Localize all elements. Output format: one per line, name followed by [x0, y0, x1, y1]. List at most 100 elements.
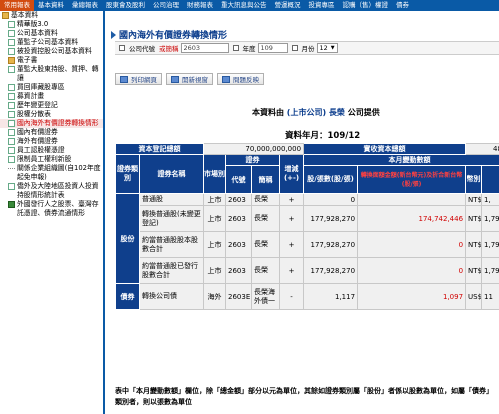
code-cell: 2603E1: [225, 283, 252, 310]
doc-icon: [8, 102, 15, 109]
sidebar-item[interactable]: 限制員工權利新股: [0, 155, 103, 164]
reg-capital-value: 70,000,000,000: [202, 143, 305, 155]
year-input[interactable]: 109: [257, 43, 288, 53]
sidebar-item[interactable]: 電子書: [0, 56, 103, 65]
feedback-icon: [222, 75, 230, 83]
print-label: 列印網頁: [131, 76, 157, 84]
sidebar-item[interactable]: 國內海外有價證券轉換情形: [0, 119, 103, 128]
sidebar-item[interactable]: 員工認股權憑證: [0, 146, 103, 155]
currency-cell: NT$: [465, 257, 483, 284]
nav-item[interactable]: 常用報表: [0, 0, 34, 11]
button-bar: 列印網頁 開新視窗 問題反映: [115, 73, 268, 85]
company-code-checkbox[interactable]: [119, 45, 125, 51]
market-cell: 上市: [203, 205, 226, 232]
code-cell: 2603: [225, 193, 252, 206]
sidebar-item-label: 基本資料: [11, 11, 39, 19]
doc-icon: [8, 120, 15, 127]
nav-item[interactable]: 彙總報表: [68, 0, 102, 11]
table-row: 約當普通股已發行股數合計 上市 2603 長榮 +177,928,270 0 NT$ 1,79: [116, 257, 499, 284]
sidebar-item[interactable]: 公司基本資料: [0, 29, 103, 38]
tail-cell: 1,79: [481, 257, 499, 284]
code-cell: 2603: [225, 257, 252, 284]
sidebar-item-label: 被投資控股公司基本資料: [17, 47, 92, 55]
provider-suffix: 公司提供: [347, 108, 380, 117]
amount-cell: 1,097: [357, 283, 467, 310]
sidebar-item[interactable]: 買回庫藏股專區: [0, 83, 103, 92]
code-cell: 2603: [225, 205, 252, 232]
sidebar-item[interactable]: 海外有價證券: [0, 137, 103, 146]
company-code-input[interactable]: 2603: [180, 43, 229, 53]
nav-item[interactable]: 股東會及股利: [102, 0, 149, 11]
sidebar-item[interactable]: 歷年變更登記: [0, 101, 103, 110]
sidebar: 基本資料 精華版3.0 公司基本資料 董監子公司基本資料 被投資控股公司基本資料 電子書董…: [0, 11, 105, 414]
abbr-cell: 長榮海外債一: [251, 283, 280, 310]
shares-cell: 0: [303, 193, 359, 206]
sidebar-item[interactable]: 精華版3.0: [0, 20, 103, 29]
chevron-down-icon: ▼: [330, 45, 335, 51]
col-currency: 幣別: [465, 165, 483, 194]
doc-icon: [8, 129, 15, 136]
sidebar-item[interactable]: 董監大股東持股、質押、轉讓: [0, 65, 103, 83]
nav-item[interactable]: 財務報表: [183, 0, 217, 11]
sidebar-item-label: 董監子公司基本資料: [17, 38, 79, 46]
period-label: 資料年月：109/12: [285, 131, 361, 141]
nav-item[interactable]: 認購（售）權證: [339, 0, 393, 11]
sidebar-item-label: 董監大股東持股、質押、轉讓: [17, 65, 99, 82]
sidebar-item[interactable]: 被投資控股公司基本資料: [0, 47, 103, 56]
sidebar-item-label: 精華版3.0: [17, 20, 49, 28]
month-checkbox[interactable]: [291, 45, 298, 51]
new-window-label: 開新視窗: [182, 76, 208, 84]
folder-icon: [2, 12, 9, 19]
month-value: 12: [319, 44, 328, 52]
sidebar-item-label: 公司基本資料: [17, 29, 58, 37]
company-code-label: 公司代號: [129, 45, 155, 53]
sidebar-item[interactable]: 國內有價證券: [0, 128, 103, 137]
doc-icon: [8, 66, 15, 73]
nav-item[interactable]: 公司治理: [149, 0, 183, 11]
nav-item[interactable]: 基本資料: [34, 0, 68, 11]
month-label: 月份: [301, 45, 315, 53]
sidebar-item-label: 國內有價證券: [17, 128, 58, 136]
category-cell: 股份: [115, 193, 140, 284]
currency-cell: NT$: [465, 205, 483, 232]
col-category: 證券類別: [115, 154, 140, 194]
sidebar-item[interactable]: 董監子公司基本資料: [0, 38, 103, 47]
sidebar-item-label: 僑外及大陸地區投資人投資持股情形統計表: [17, 182, 99, 199]
market-cell: 上市: [203, 231, 226, 258]
sidebar-item-label: 關係企業組織圖(自102年度起免申報): [17, 164, 101, 181]
sidebar-item[interactable]: 基本資料: [0, 11, 103, 20]
nav-item[interactable]: 重大訊息與公告: [217, 0, 271, 11]
nav-item[interactable]: 債券: [392, 0, 413, 11]
currency-cell: NT$: [465, 231, 483, 258]
feedback-button[interactable]: 問題反映: [217, 73, 264, 85]
year-checkbox[interactable]: [232, 45, 239, 51]
top-nav: 常用報表 基本資料 彙總報表 股東會及股利 公司治理 財務報表 重大訊息與公告 營運概況 投資專…: [0, 0, 499, 11]
month-select[interactable]: 12 ▼: [316, 43, 338, 53]
company-abbr-link[interactable]: 或簡稱: [159, 43, 179, 53]
abbr-cell: 長榮: [251, 257, 280, 284]
doc-icon: [8, 183, 15, 190]
folder-icon: [8, 57, 15, 64]
doc-icon: [8, 48, 15, 55]
change-cell: +: [278, 205, 305, 232]
sidebar-item[interactable]: 股權分散表: [0, 110, 103, 119]
col-shares: 股/張數(股/張): [303, 165, 359, 194]
nav-item[interactable]: 營運概況: [271, 0, 305, 11]
title-arrow-icon: [111, 30, 116, 39]
sidebar-item[interactable]: 僑外及大陸地區投資人投資持股情形統計表: [0, 182, 103, 200]
sidebar-item[interactable]: 關係企業組織圖(自102年度起免申報): [0, 164, 103, 182]
new-window-button[interactable]: 開新視窗: [166, 73, 213, 85]
provider-company: (上市公司) 長榮: [286, 108, 345, 117]
print-button[interactable]: 列印網頁: [115, 73, 162, 85]
col-market: 市場別: [203, 154, 226, 194]
window-icon: [171, 75, 179, 83]
abbr-cell: 長榮: [251, 205, 280, 232]
nav-item[interactable]: 投資專區: [305, 0, 339, 11]
doc-icon: [8, 21, 15, 28]
col-tail: [481, 165, 499, 194]
sidebar-item[interactable]: 募資計畫: [0, 92, 103, 101]
table-row: 轉換普通股(未變更登記) 上市 2603 長榮 +177,928,270 174,742,…: [116, 205, 499, 232]
change-cell: +: [278, 257, 305, 284]
sidebar-item[interactable]: 外國發行人之股票、臺灣存託憑證、債券流通情形: [0, 200, 103, 218]
shares-cell: 1,117: [303, 283, 359, 310]
